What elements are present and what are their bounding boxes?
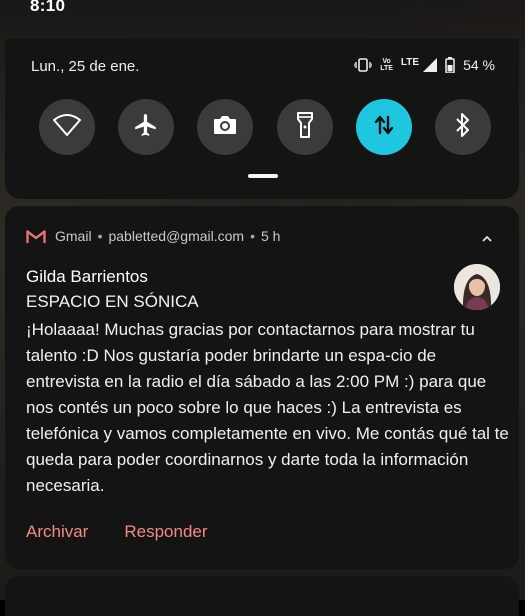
volte-top-label: Vo — [382, 58, 391, 65]
gmail-notification[interactable]: Gmail • pabletted@gmail.com • 5 h Gilda … — [5, 206, 519, 569]
camera-icon — [212, 113, 238, 142]
notification-time: 5 h — [261, 228, 281, 244]
airplane-icon — [133, 112, 159, 143]
volte-icon: Vo LTE — [380, 58, 393, 72]
signal-icon — [423, 58, 438, 72]
data-transfer-icon — [372, 113, 396, 142]
app-name: Gmail — [55, 228, 92, 244]
quick-settings-panel: Lun., 25 de ene. Vo LTE LTE 54 % — [5, 39, 519, 199]
volte-bottom-label: LTE — [380, 65, 393, 72]
gmail-icon — [26, 229, 46, 244]
date-label: Lun., 25 de ene. — [31, 58, 140, 75]
wifi-tile[interactable] — [39, 99, 95, 155]
flashlight-icon — [296, 111, 313, 143]
next-notification-card[interactable] — [5, 576, 519, 616]
bluetooth-tile[interactable] — [434, 99, 491, 155]
email-subject: ESPACIO EN SÓNICA — [26, 292, 199, 311]
archive-button[interactable]: Archivar — [26, 522, 88, 542]
status-time: 8:10 — [30, 0, 66, 15]
reply-button[interactable]: Responder — [124, 522, 207, 542]
separator-dot: • — [97, 228, 103, 244]
battery-percent: 54 % — [463, 57, 495, 73]
account-email: pabletted@gmail.com — [108, 228, 245, 244]
status-icons: Vo LTE LTE 54 % — [354, 57, 495, 73]
bluetooth-icon — [454, 112, 472, 143]
separator-dot: • — [250, 228, 255, 244]
notification-actions: Archivar Responder — [26, 522, 208, 542]
sender-name: Gilda Barrientos — [26, 267, 148, 286]
shade-drag-handle[interactable] — [248, 174, 278, 178]
airplane-tile[interactable] — [118, 99, 175, 155]
avatar — [454, 264, 500, 310]
collapse-chevron-icon[interactable] — [481, 230, 493, 246]
flashlight-tile[interactable] — [276, 99, 333, 155]
quick-tiles — [39, 99, 491, 155]
network-type-label: LTE — [400, 56, 420, 68]
camera-tile[interactable] — [197, 99, 254, 155]
battery-icon — [445, 57, 455, 73]
vibrate-icon — [354, 58, 373, 72]
notification-header: Gmail • pabletted@gmail.com • 5 h — [26, 228, 499, 244]
wifi-icon — [53, 113, 81, 141]
mobile-data-tile[interactable] — [355, 99, 412, 155]
email-body: ¡Holaaaa! Muchas gracias por contactarno… — [26, 320, 509, 495]
